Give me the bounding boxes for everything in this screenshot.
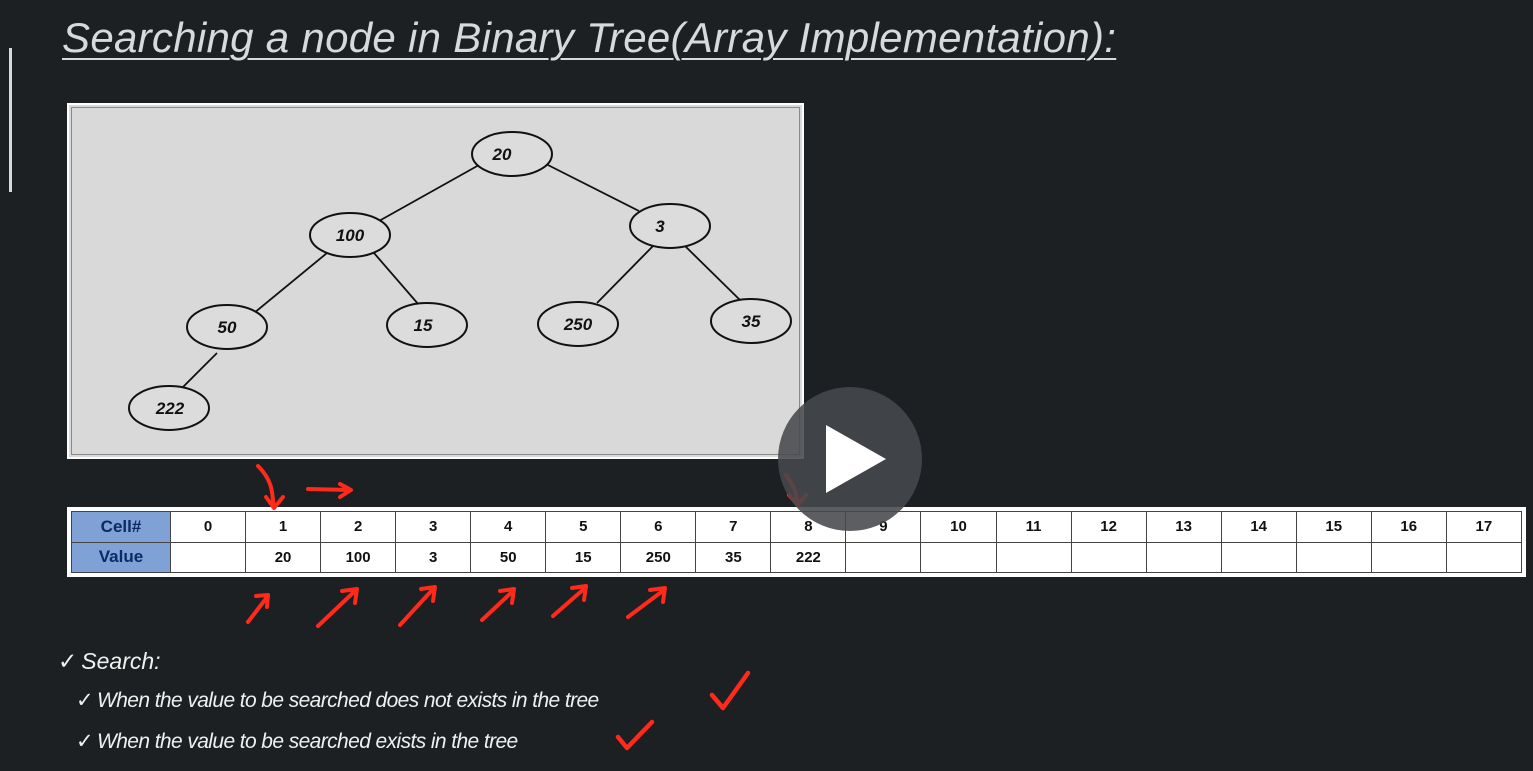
tree-edge bbox=[373, 252, 420, 306]
tree-node-label: 15 bbox=[414, 316, 433, 335]
cell-index: 10 bbox=[920, 511, 997, 543]
right-arrow-annotation bbox=[306, 482, 353, 499]
checkmark-annotation bbox=[709, 670, 751, 711]
binary-tree-diagram: 20 100 3 50 15 250 35 222 bbox=[67, 103, 804, 459]
cell-index: 14 bbox=[1220, 511, 1297, 543]
tree-edge bbox=[253, 252, 328, 314]
cell-index: 0 bbox=[169, 511, 247, 543]
cell-value bbox=[1445, 541, 1523, 573]
tree-node-label: 3 bbox=[655, 217, 665, 236]
cell-value: 222 bbox=[770, 541, 847, 573]
tree-svg: 20 100 3 50 15 250 35 222 bbox=[128, 131, 792, 431]
tree-node-label: 35 bbox=[742, 312, 761, 331]
cell-index: 3 bbox=[395, 511, 472, 543]
cell-index: 7 bbox=[695, 511, 772, 543]
tree-node-label: 250 bbox=[563, 315, 593, 334]
checkmark-annotation bbox=[615, 719, 655, 751]
cell-value bbox=[1370, 541, 1447, 573]
up-arrow-annotation bbox=[626, 586, 667, 619]
slide-accent-bar bbox=[9, 48, 12, 192]
cell-index: 2 bbox=[320, 511, 397, 543]
cell-value: 50 bbox=[470, 541, 547, 573]
up-arrow-annotation bbox=[480, 587, 516, 622]
cell-value bbox=[920, 541, 997, 573]
cell-index: 17 bbox=[1445, 511, 1523, 543]
cell-value bbox=[1145, 541, 1222, 573]
cell-value bbox=[1295, 541, 1372, 573]
play-button[interactable] bbox=[778, 387, 922, 531]
down-arrow-annotation bbox=[256, 464, 285, 510]
check-icon: ✓ bbox=[76, 689, 94, 712]
tree-edge bbox=[178, 352, 218, 392]
up-arrow-annotation bbox=[246, 593, 270, 624]
row-header-value: Value bbox=[71, 541, 171, 573]
cell-value bbox=[995, 541, 1072, 573]
tree-node-3 bbox=[629, 203, 711, 249]
tree-node-label: 20 bbox=[492, 145, 512, 164]
tree-node-20 bbox=[471, 131, 553, 177]
cell-value: 20 bbox=[245, 541, 322, 573]
up-arrow-annotation bbox=[551, 584, 588, 618]
cell-index: 15 bbox=[1295, 511, 1372, 543]
value-row: Value 20 100 3 50 15 250 35 222 bbox=[71, 541, 1523, 573]
tree-node-label: 50 bbox=[218, 318, 237, 337]
up-arrow-annotation bbox=[316, 587, 359, 628]
row-header-cell: Cell# bbox=[71, 511, 171, 543]
cell-index: 12 bbox=[1070, 511, 1147, 543]
cell-value: 3 bbox=[395, 541, 472, 573]
tree-edge bbox=[378, 164, 480, 222]
cell-value: 15 bbox=[545, 541, 622, 573]
tree-edge bbox=[596, 244, 655, 304]
cell-value: 100 bbox=[320, 541, 397, 573]
cell-index-row: Cell# 0 1 2 3 4 5 6 7 8 9 10 11 12 13 14 15 16 17 bbox=[71, 511, 1523, 543]
bullet-main-text: Search: bbox=[81, 648, 161, 674]
cell-index: 11 bbox=[995, 511, 1072, 543]
bullet-item-text: When the value to be searched does not e… bbox=[97, 689, 599, 712]
array-representation-table: Cell# 0 1 2 3 4 5 6 7 8 9 10 11 12 13 14 15 16 17 Value 2… bbox=[67, 507, 1526, 577]
tree-node-label: 222 bbox=[155, 399, 185, 418]
cell-value bbox=[169, 541, 247, 573]
cell-value bbox=[1220, 541, 1297, 573]
bullet-item: ✓ When the value to be searched exists in… bbox=[76, 729, 518, 754]
bullet-item-text: When the value to be searched exists in … bbox=[97, 730, 518, 753]
tree-edge bbox=[543, 162, 640, 212]
up-arrow-annotation bbox=[398, 585, 437, 627]
bullet-item: ✓ When the value to be searched does not … bbox=[76, 688, 599, 713]
check-icon: ✓ bbox=[58, 648, 78, 674]
slide-title: Searching a node in Binary Tree(Array Im… bbox=[62, 14, 1117, 61]
cell-index: 16 bbox=[1370, 511, 1447, 543]
cell-index: 13 bbox=[1145, 511, 1222, 543]
tree-edge bbox=[683, 244, 742, 302]
cell-value: 250 bbox=[620, 541, 697, 573]
cell-value: 35 bbox=[695, 541, 772, 573]
previous-title-remnant bbox=[0, 0, 1533, 6]
cell-value bbox=[845, 541, 922, 573]
play-icon[interactable] bbox=[826, 425, 886, 493]
cell-index: 1 bbox=[245, 511, 322, 543]
cell-index: 5 bbox=[545, 511, 622, 543]
cell-index: 4 bbox=[470, 511, 547, 543]
check-icon: ✓ bbox=[76, 730, 94, 753]
cell-index: 6 bbox=[620, 511, 697, 543]
tree-node-label: 100 bbox=[336, 226, 365, 245]
cell-value bbox=[1070, 541, 1147, 573]
bullet-main: ✓ Search: bbox=[58, 648, 161, 675]
